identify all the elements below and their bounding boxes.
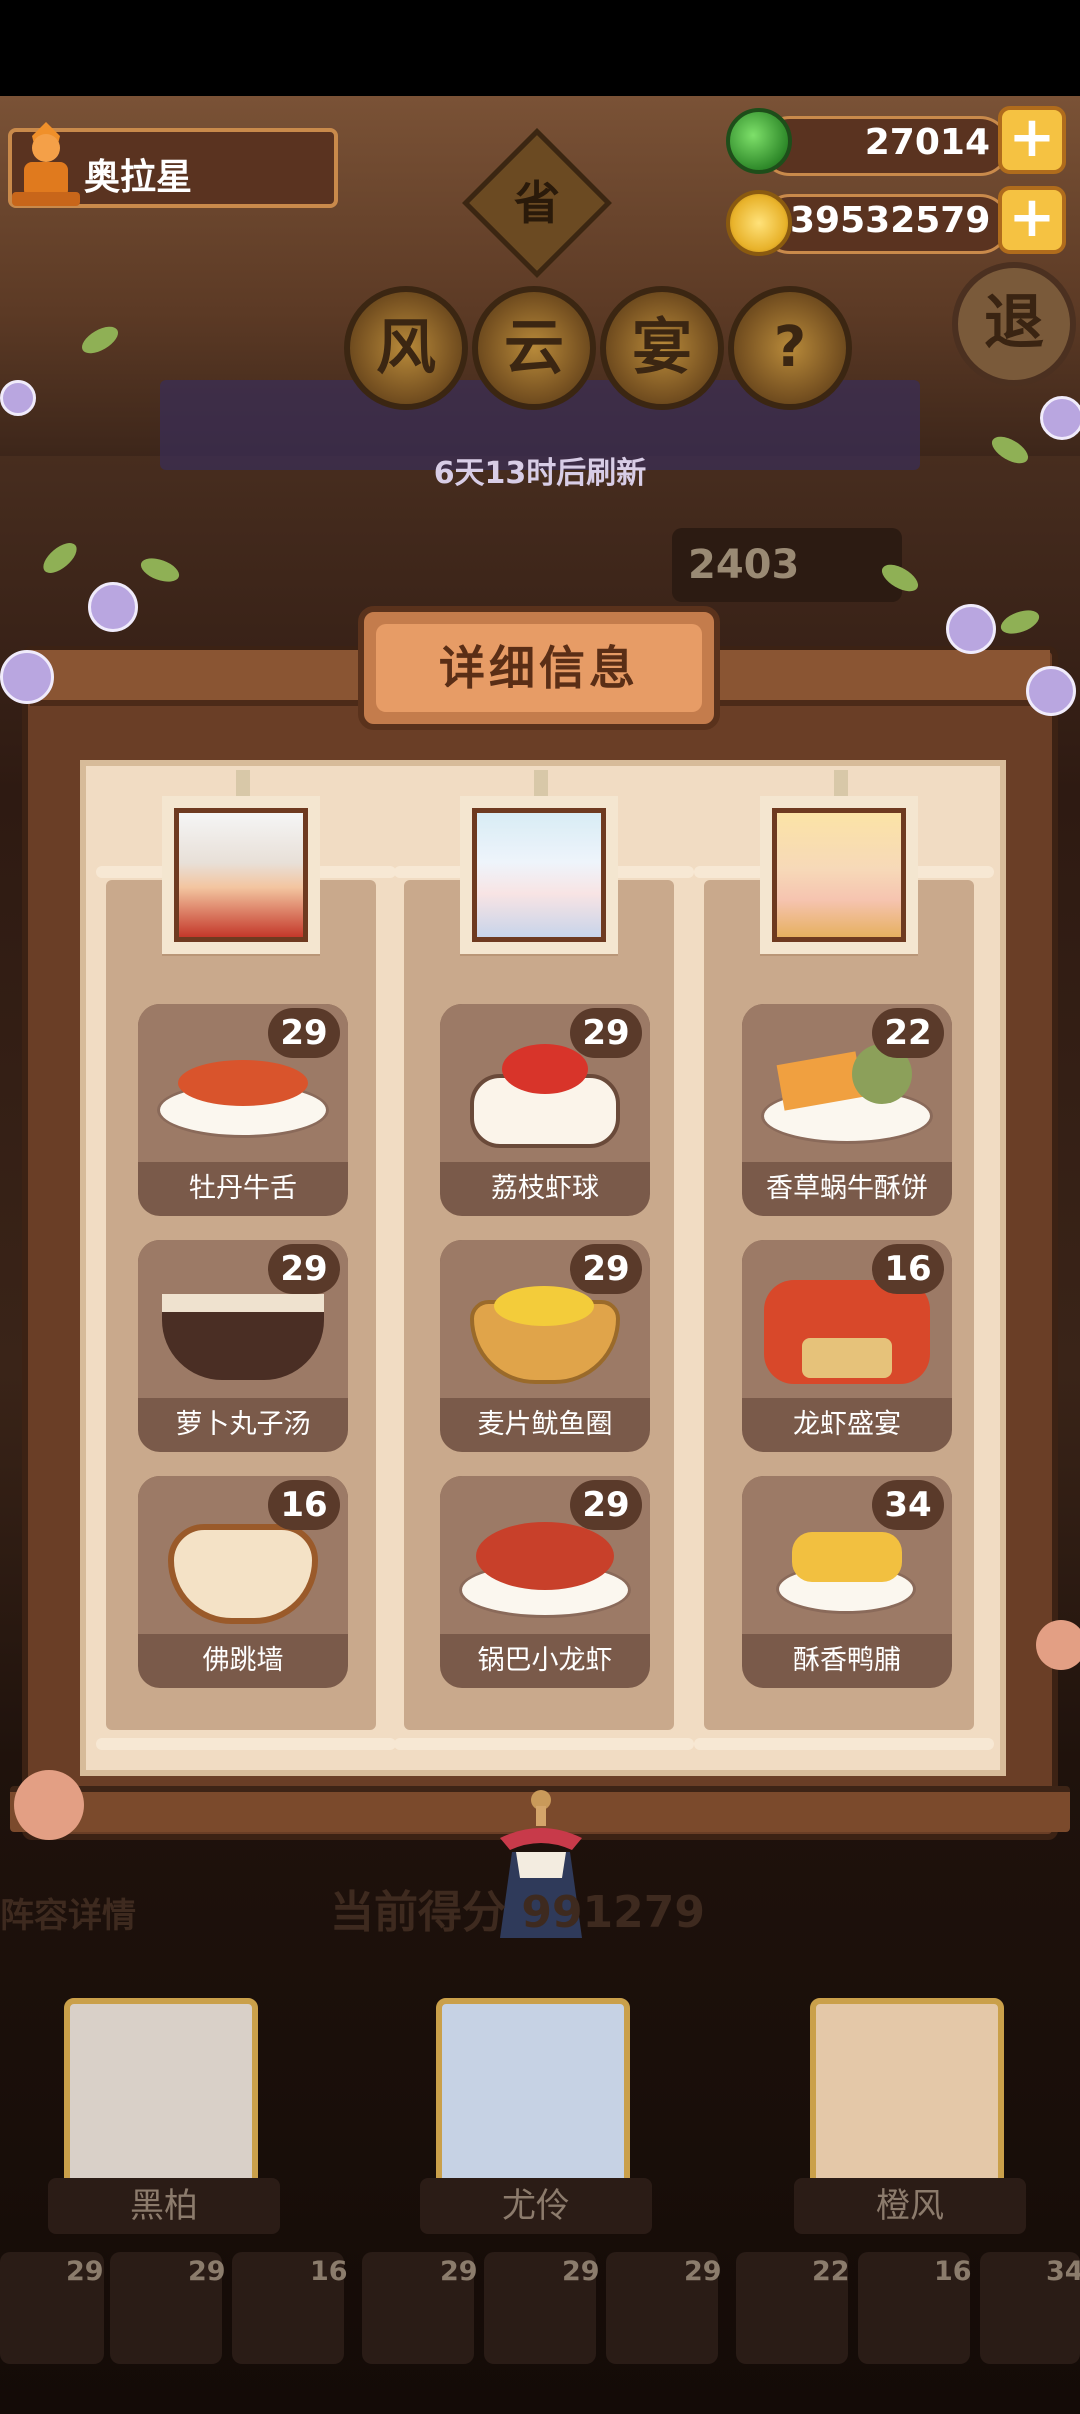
dish-count: 29	[570, 1008, 642, 1058]
panel-title: 详细信息	[439, 641, 639, 695]
dish-count: 29	[570, 1244, 642, 1294]
bottom-dish-count: 22	[812, 2256, 850, 2287]
title-char-yun: 云	[472, 286, 596, 410]
bottom-dish-count: 29	[562, 2256, 600, 2287]
dish-count: 16	[872, 1244, 944, 1294]
gold-coin-icon	[726, 190, 792, 256]
bottom-dish-count: 16	[934, 2256, 972, 2287]
bottom-dish-count: 29	[188, 2256, 226, 2287]
dish-card[interactable]: 29 锅巴小龙虾	[440, 1476, 650, 1688]
dish-card[interactable]: 16 龙虾盛宴	[742, 1240, 952, 1452]
dish-name: 佛跳墙	[202, 1645, 284, 1676]
dish-count: 16	[268, 1480, 340, 1530]
dish-name: 酥香鸭脯	[793, 1645, 901, 1676]
character-portrait-chengfeng[interactable]	[760, 796, 918, 954]
character-name: 尤伶	[420, 2178, 652, 2234]
character-card-heibai[interactable]	[64, 1998, 258, 2194]
dish-count: 29	[268, 1244, 340, 1294]
flower-icon	[1026, 666, 1076, 716]
refresh-timer-text: 6天13时后刷新	[433, 456, 647, 491]
dish-count: 34	[872, 1480, 944, 1530]
lychee-icon	[502, 1044, 588, 1094]
crayfish-icon	[476, 1522, 614, 1590]
current-score: 当前得分 991279	[330, 1876, 705, 1940]
dish-name: 锅巴小龙虾	[477, 1645, 613, 1676]
rank-score-partial: 2403	[672, 528, 902, 602]
add-gold-button[interactable]: +	[998, 186, 1066, 254]
column-rod	[96, 1738, 396, 1750]
dish-name: 牡丹牛舌	[189, 1173, 297, 1204]
duck-breast-icon	[792, 1532, 902, 1582]
squid-ring-icon	[494, 1286, 594, 1326]
jade-amount: 27014	[864, 122, 990, 163]
help-button[interactable]: ?	[728, 286, 852, 410]
jade-coin-icon	[726, 108, 792, 174]
sakura-flower-icon	[1036, 1620, 1080, 1670]
dish-count: 29	[268, 1008, 340, 1058]
dish-card[interactable]: 29 萝卜丸子汤	[138, 1240, 348, 1452]
province-label: 省	[514, 176, 560, 230]
title-char-yan: 宴	[600, 286, 724, 410]
column-rod	[694, 1738, 994, 1750]
dish-name: 荔枝虾球	[491, 1173, 599, 1204]
dish-card[interactable]: 16 佛跳墙	[138, 1476, 348, 1688]
character-name: 橙风	[794, 2178, 1026, 2234]
character-portrait-heibai[interactable]	[162, 796, 320, 954]
dish-card[interactable]: 29 麦片鱿鱼圈	[440, 1240, 650, 1452]
dish-card[interactable]: 22 香草蜗牛酥饼	[742, 1004, 952, 1216]
gold-amount: 39532579	[790, 200, 991, 241]
bottom-dish-count: 29	[66, 2256, 104, 2287]
score-label: 当前得分	[330, 1887, 506, 1938]
top-black-bar	[0, 0, 1080, 96]
dish-count: 29	[570, 1480, 642, 1530]
dish-name: 香草蜗牛酥饼	[766, 1173, 928, 1204]
flower-icon	[0, 380, 36, 416]
character-name: 黑柏	[48, 2178, 280, 2234]
flower-icon	[0, 650, 54, 704]
dish-card[interactable]: 29 牡丹牛舌	[138, 1004, 348, 1216]
dish-card[interactable]: 29 荔枝虾球	[440, 1004, 650, 1216]
player-name: 奥拉星	[84, 157, 193, 198]
flower-icon	[88, 582, 138, 632]
dish-name: 龙虾盛宴	[793, 1409, 901, 1440]
character-portrait-youling[interactable]	[460, 796, 618, 954]
character-portrait-icon	[472, 808, 606, 942]
dish-card[interactable]: 34 酥香鸭脯	[742, 1476, 952, 1688]
flower-icon	[1040, 396, 1080, 440]
dish-food-icon	[178, 1060, 308, 1106]
bottom-dish-count: 29	[684, 2256, 722, 2287]
dish-name: 麦片鱿鱼圈	[477, 1409, 613, 1440]
character-portrait-icon	[772, 808, 906, 942]
lineup-detail-link[interactable]: 阵容详情	[0, 1888, 136, 1937]
serving-board-icon	[802, 1338, 892, 1378]
title-char-feng: 风	[344, 286, 468, 410]
bottom-dish-count: 16	[310, 2256, 348, 2287]
flower-icon	[946, 604, 996, 654]
dish-count: 22	[872, 1008, 944, 1058]
bottom-dish-count: 34	[1046, 2256, 1080, 2287]
character-card-youling[interactable]	[436, 1998, 630, 2194]
sakura-flower-icon	[14, 1770, 84, 1840]
character-portrait-icon	[174, 808, 308, 942]
bottom-dish-count: 29	[440, 2256, 478, 2287]
add-jade-button[interactable]: +	[998, 106, 1066, 174]
dish-name: 萝卜丸子汤	[175, 1409, 311, 1440]
character-card-chengfeng[interactable]	[810, 1998, 1004, 2194]
soup-pot-icon	[162, 1294, 324, 1380]
score-value: 991279	[521, 1887, 706, 1938]
player-avatar-icon[interactable]	[6, 118, 86, 210]
exit-button[interactable]: 退	[952, 262, 1076, 386]
column-rod	[394, 1738, 694, 1750]
